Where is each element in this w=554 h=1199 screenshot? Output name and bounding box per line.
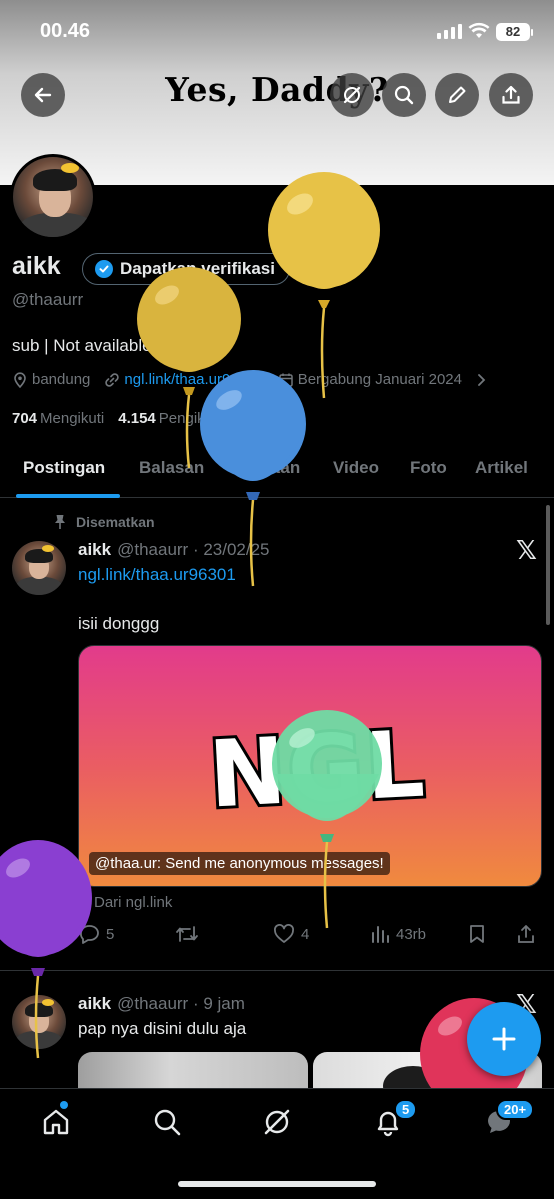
like-button[interactable]: 4 bbox=[273, 924, 309, 944]
post-link[interactable]: ngl.link/thaa.ur96301 bbox=[78, 565, 236, 585]
website-item[interactable]: ngl.link/thaa.ur96301 bbox=[104, 371, 264, 388]
search-icon bbox=[154, 1109, 181, 1136]
profile-avatar[interactable] bbox=[10, 154, 96, 240]
back-button[interactable] bbox=[21, 73, 65, 117]
messages-badge: 20+ bbox=[496, 1099, 535, 1120]
views-chart-icon bbox=[372, 926, 389, 943]
views-button[interactable]: 43rb bbox=[370, 924, 426, 944]
grok-button[interactable] bbox=[330, 73, 374, 117]
heart-icon bbox=[274, 924, 294, 943]
followers-link[interactable]: 4.154 Pengikut bbox=[118, 410, 217, 427]
crown-icon bbox=[61, 163, 79, 173]
post-header: aikk @thaaurr · 9 jam bbox=[78, 994, 245, 1014]
crown-icon bbox=[42, 999, 54, 1006]
get-verified-label: Dapatkan verifikasi bbox=[120, 259, 275, 278]
search-icon bbox=[394, 85, 414, 105]
post-meta: @thaaurr · 23/02/25 bbox=[117, 540, 270, 559]
battery-icon: 82 bbox=[496, 23, 533, 41]
location-item: bandung bbox=[12, 371, 90, 388]
compose-button[interactable] bbox=[467, 1002, 541, 1076]
tab-replies[interactable]: Balasan bbox=[139, 458, 204, 478]
post-header: aikk @thaaurr · 23/02/25 bbox=[78, 540, 270, 560]
post-text: pap nya disini dulu aja bbox=[78, 1019, 247, 1038]
nav-search[interactable] bbox=[150, 1105, 184, 1139]
nav-grok[interactable] bbox=[260, 1105, 294, 1139]
chevron-right-icon[interactable] bbox=[476, 373, 486, 387]
link-card[interactable]: NGL @thaa.ur: Send me anonymous messages… bbox=[78, 645, 542, 887]
reply-count: 5 bbox=[106, 925, 115, 943]
repost-button[interactable] bbox=[175, 924, 199, 944]
tab-articles[interactable]: Artikel bbox=[475, 458, 528, 478]
post-meta: @thaaurr · 9 jam bbox=[117, 994, 245, 1013]
x-logo-icon: 𝕏 bbox=[516, 536, 537, 566]
pinned-indicator: Disematkan bbox=[54, 514, 155, 530]
scrollbar[interactable] bbox=[546, 505, 550, 625]
post-text: isii donggg bbox=[78, 614, 160, 633]
grok-icon bbox=[343, 86, 361, 104]
post-share-button[interactable] bbox=[516, 924, 536, 944]
pinned-label: Disematkan bbox=[76, 514, 155, 530]
post-actions: 5 4 43rb bbox=[78, 922, 542, 948]
search-button[interactable] bbox=[382, 73, 426, 117]
pencil-icon bbox=[449, 86, 466, 103]
calendar-icon bbox=[278, 373, 293, 387]
joined-text: Bergabung Januari 2024 bbox=[297, 371, 462, 388]
post-author-name[interactable]: aikk bbox=[78, 994, 111, 1013]
home-notification-dot bbox=[60, 1101, 68, 1109]
edit-button[interactable] bbox=[435, 73, 479, 117]
link-card-caption: @thaa.ur: Send me anonymous messages! bbox=[89, 852, 390, 875]
active-tab-indicator bbox=[16, 494, 120, 498]
arrow-left-icon bbox=[34, 87, 52, 103]
share-icon bbox=[518, 925, 534, 943]
post-divider bbox=[0, 970, 554, 971]
bookmark-icon bbox=[470, 925, 484, 943]
pin-icon bbox=[55, 515, 65, 529]
yellow-balloon bbox=[268, 172, 380, 399]
wifi-icon bbox=[468, 22, 490, 38]
profile-meta: bandung ngl.link/thaa.ur96301 Bergabung … bbox=[12, 371, 486, 388]
post-author-name[interactable]: aikk bbox=[78, 540, 111, 559]
link-source: Dari ngl.link bbox=[94, 894, 173, 911]
status-time: 00.46 bbox=[40, 20, 91, 42]
profile-name: aikk bbox=[12, 252, 61, 280]
tab-highlights[interactable]: Sorotan bbox=[236, 458, 300, 478]
reply-icon bbox=[80, 925, 99, 944]
home-icon bbox=[43, 1109, 69, 1135]
location-pin-icon bbox=[14, 371, 26, 388]
notifications-badge: 5 bbox=[394, 1099, 418, 1120]
plus-icon bbox=[492, 1027, 516, 1051]
verified-badge-icon bbox=[95, 260, 113, 278]
post-avatar[interactable] bbox=[12, 541, 66, 595]
tab-posts[interactable]: Postingan bbox=[23, 458, 105, 478]
repost-icon bbox=[176, 926, 198, 942]
location-text: bandung bbox=[32, 371, 91, 388]
joined-item: Bergabung Januari 2024 bbox=[278, 371, 462, 388]
signal-icon bbox=[437, 24, 462, 39]
get-verified-button[interactable]: Dapatkan verifikasi bbox=[82, 253, 290, 285]
like-count: 4 bbox=[301, 925, 310, 943]
status-bar: 00.46 82 bbox=[0, 0, 554, 62]
share-button[interactable] bbox=[489, 73, 533, 117]
profile-handle: @thaaurr bbox=[12, 290, 84, 309]
ngl-logo: NGL bbox=[203, 707, 431, 831]
tab-photo[interactable]: Foto bbox=[410, 458, 447, 478]
home-indicator bbox=[178, 1181, 376, 1187]
view-count: 43rb bbox=[396, 925, 427, 943]
follow-stats: 704 Mengikuti 4.154 Pengikut bbox=[12, 410, 217, 427]
tab-video[interactable]: Video bbox=[333, 458, 379, 478]
nav-home[interactable] bbox=[39, 1105, 73, 1139]
following-link[interactable]: 704 Mengikuti bbox=[12, 410, 104, 427]
reply-button[interactable]: 5 bbox=[78, 924, 114, 944]
crown-icon bbox=[42, 545, 54, 552]
share-icon bbox=[502, 85, 520, 104]
profile-tabs: Postingan Balasan Sorotan Video Foto Art… bbox=[0, 440, 554, 498]
bookmark-button[interactable] bbox=[468, 924, 486, 944]
post-avatar[interactable] bbox=[12, 995, 66, 1049]
profile-bio: sub | Not available bbox=[12, 336, 152, 355]
link-icon bbox=[105, 372, 120, 387]
grok-icon bbox=[264, 1109, 290, 1135]
website-link[interactable]: ngl.link/thaa.ur96301 bbox=[124, 371, 263, 388]
